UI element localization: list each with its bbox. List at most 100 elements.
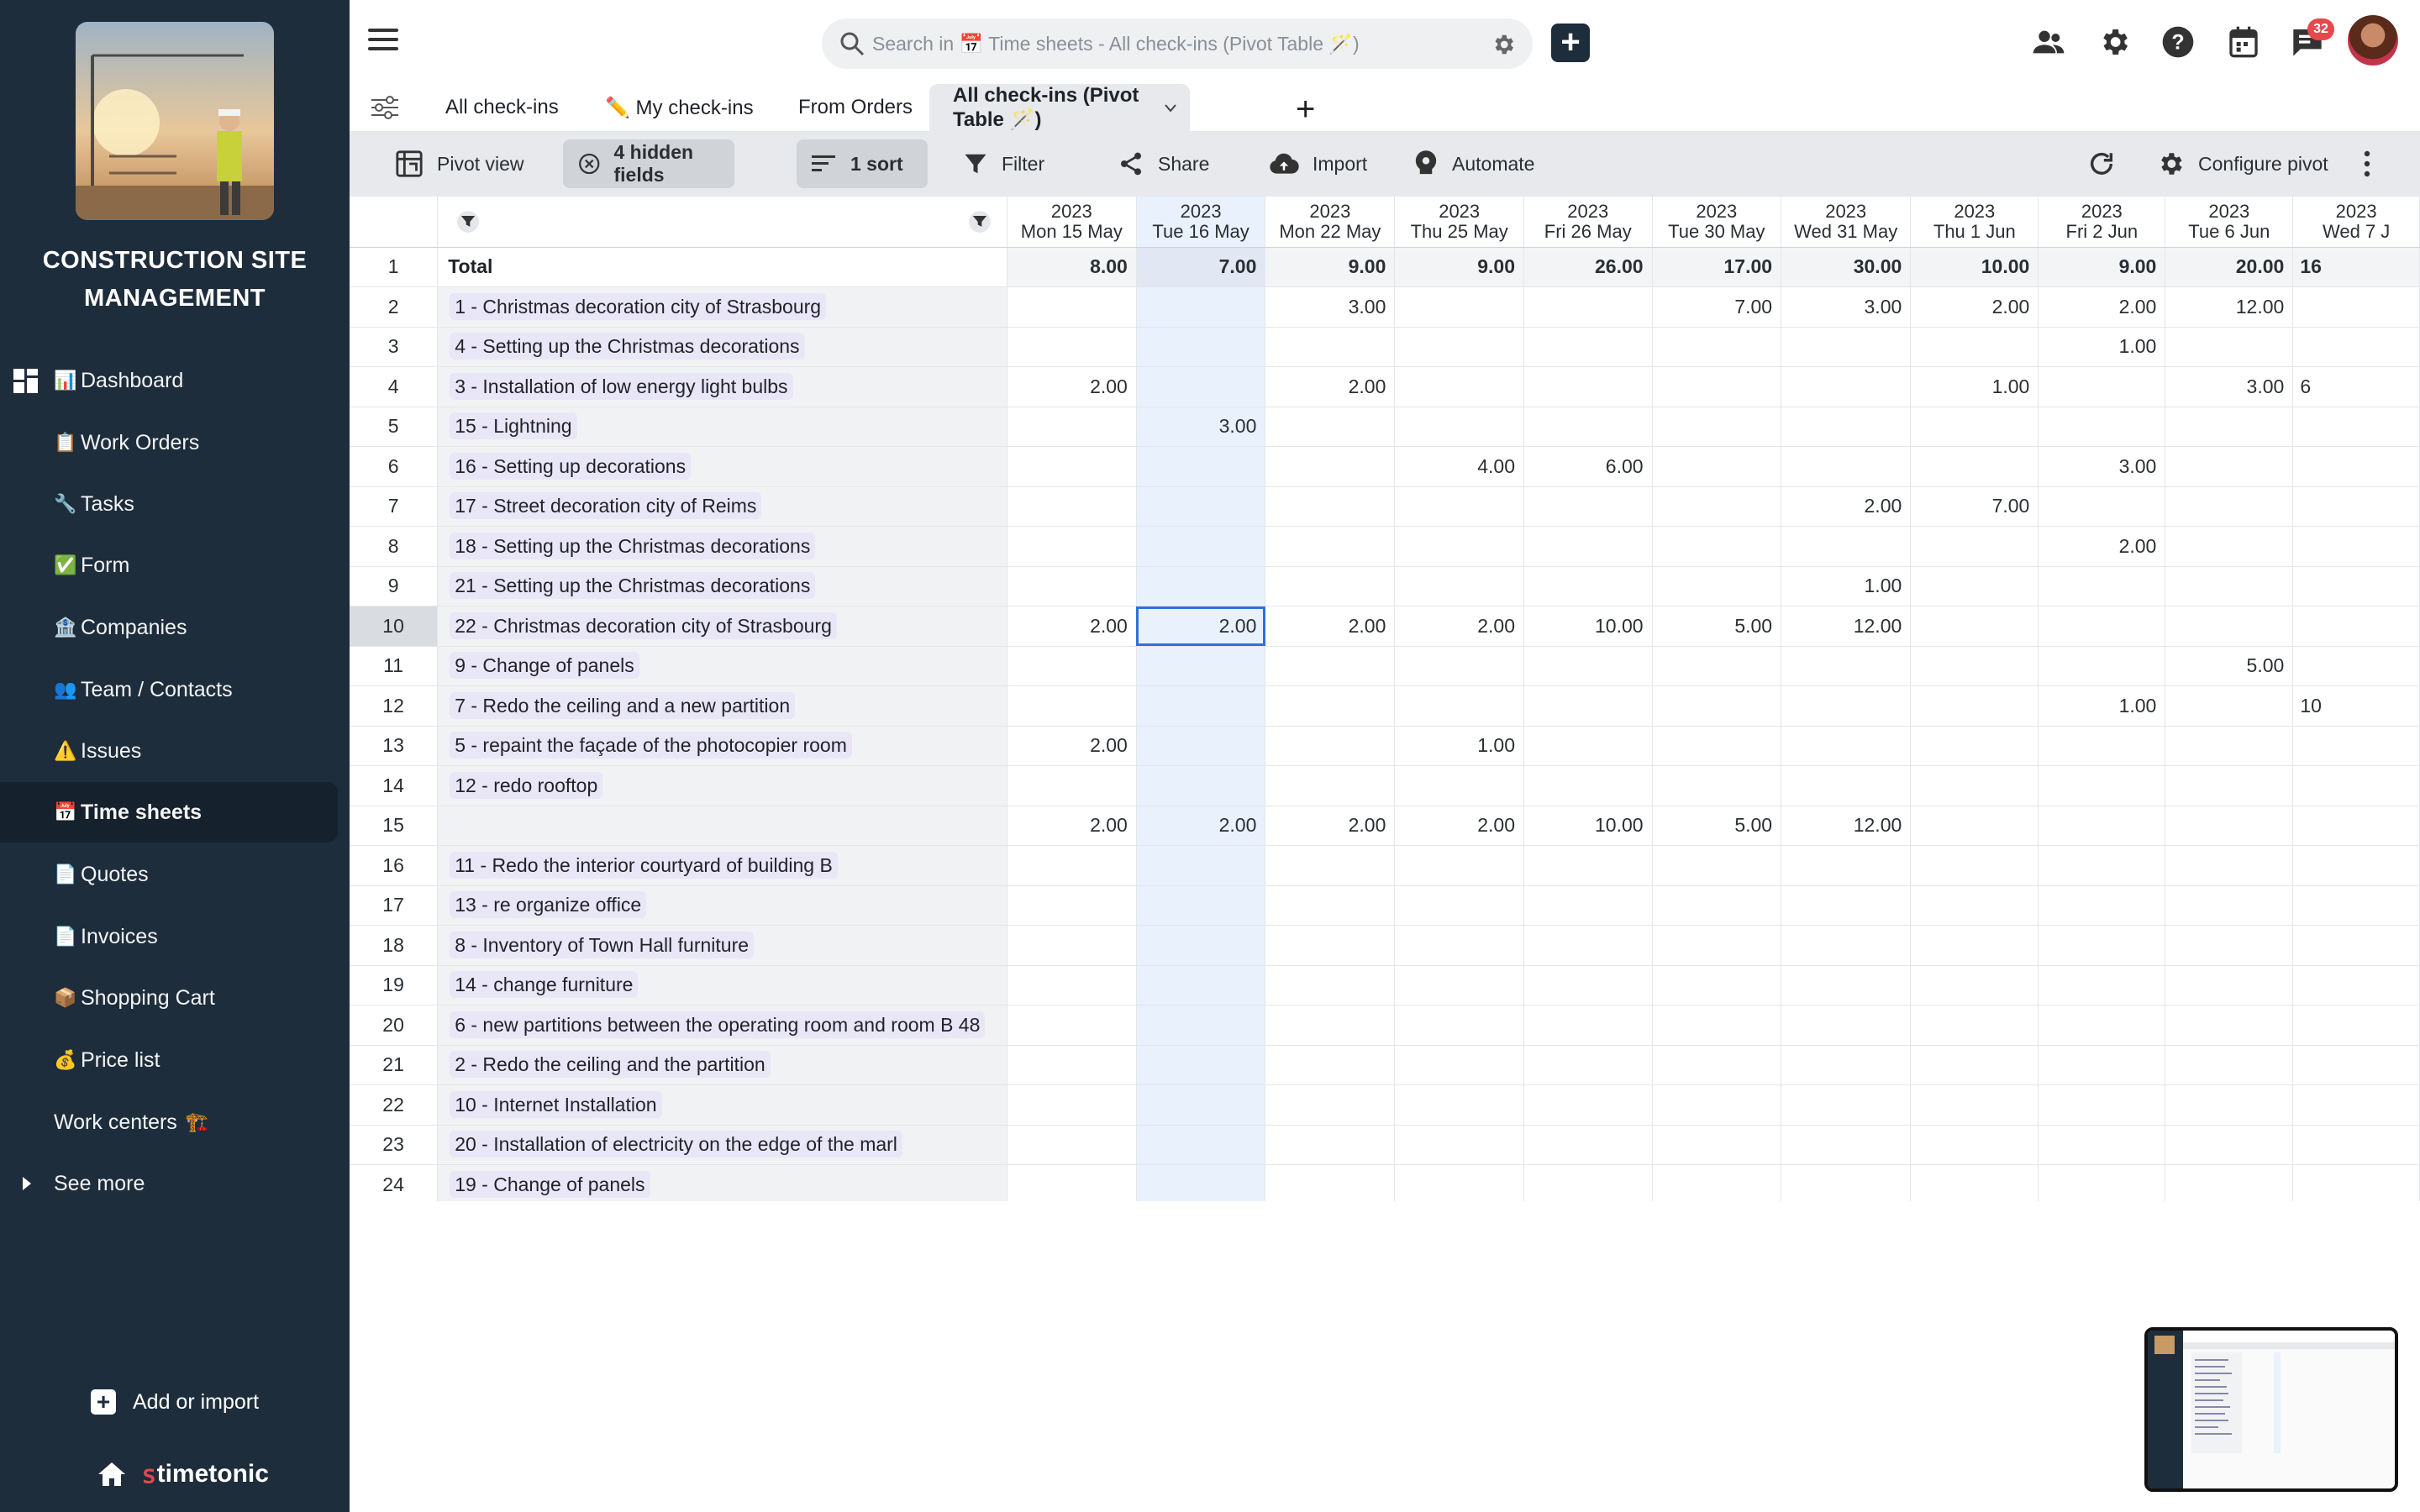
value-cell[interactable] [1394, 327, 1524, 367]
value-cell[interactable]: 26.00 [1523, 247, 1653, 287]
value-cell[interactable] [2165, 925, 2294, 966]
table-row[interactable]: 21 2 - Redo the ceiling and the partition [350, 1045, 2420, 1085]
table-row[interactable]: 23 20 - Installation of electricity on th… [350, 1125, 2420, 1165]
help-icon[interactable]: ? [2161, 25, 2195, 59]
value-cell[interactable] [1136, 286, 1266, 328]
value-cell[interactable]: 17.00 [1652, 247, 1782, 287]
row-label-cell[interactable]: 6 - new partitions between the operating… [437, 1005, 1007, 1046]
total-row[interactable]: 1 Total 8.00 7.00 9.00 9.00 26.00 17.00 30.00 10.… [350, 247, 2420, 287]
value-cell[interactable] [2165, 566, 2294, 606]
row-label-cell[interactable]: 14 - change furniture [437, 965, 1007, 1005]
value-cell[interactable] [1007, 526, 1137, 567]
value-cell[interactable] [1652, 1005, 1782, 1046]
value-cell[interactable] [1910, 765, 2039, 806]
value-cell[interactable]: 2.00 [1136, 806, 1266, 846]
row-filter-icon[interactable] [456, 210, 480, 234]
value-cell[interactable]: 2.00 [1265, 606, 1396, 647]
value-cell[interactable] [2165, 1084, 2294, 1126]
row-label-cell[interactable]: 2 - Redo the ceiling and the partition [437, 1045, 1007, 1085]
value-cell[interactable] [2038, 1125, 2166, 1165]
row-number[interactable]: 11 [350, 646, 439, 686]
value-cell[interactable] [1265, 486, 1396, 527]
search-settings-icon[interactable] [1491, 32, 1516, 57]
value-cell[interactable] [1394, 1005, 1524, 1046]
table-row[interactable]: 15 2.00 2.00 2.00 2.00 10.00 5.00 12.00 [350, 806, 2420, 846]
sidebar-item-quotes[interactable]: 📄 Quotes [0, 844, 338, 905]
row-label-cell[interactable]: 22 - Christmas decoration city of Strasb… [437, 606, 1007, 647]
value-cell[interactable] [2038, 606, 2166, 647]
value-cell[interactable]: 4.00 [1394, 446, 1524, 487]
value-cell[interactable] [1007, 327, 1137, 367]
value-cell[interactable] [1007, 1005, 1137, 1046]
value-cell[interactable] [1265, 327, 1396, 367]
value-cell[interactable] [1652, 486, 1782, 527]
value-cell[interactable]: 10.00 [1523, 806, 1653, 846]
value-cell[interactable]: 12.00 [1781, 806, 1912, 846]
value-cell[interactable] [1652, 526, 1782, 567]
value-cell[interactable] [2292, 646, 2420, 686]
sidebar-item-invoices[interactable]: 📄 Invoices [0, 906, 338, 967]
row-number[interactable]: 7 [350, 486, 439, 527]
row-number[interactable]: 9 [350, 566, 439, 606]
value-cell[interactable] [1007, 1084, 1137, 1126]
value-cell[interactable] [1136, 1164, 1266, 1201]
sidebar-item-form[interactable]: ✅ Form [0, 535, 338, 596]
value-cell[interactable] [1523, 1084, 1653, 1126]
value-cell[interactable] [1523, 486, 1653, 527]
row-number[interactable]: 5 [350, 407, 439, 447]
value-cell[interactable] [1910, 845, 2039, 886]
table-row[interactable]: 20 6 - new partitions between the operati… [350, 1005, 2420, 1046]
people-icon[interactable] [2032, 25, 2065, 59]
value-cell[interactable] [1394, 765, 1524, 806]
value-cell[interactable] [1136, 646, 1266, 686]
value-cell[interactable] [2038, 726, 2166, 766]
row-number[interactable]: 21 [350, 1045, 439, 1085]
row-label-cell[interactable]: 10 - Internet Installation [437, 1084, 1007, 1126]
value-cell[interactable] [2038, 806, 2166, 846]
value-cell[interactable] [1652, 327, 1782, 367]
value-cell[interactable] [1781, 366, 1912, 407]
value-cell[interactable] [1652, 646, 1782, 686]
value-cell[interactable] [1136, 885, 1266, 926]
value-cell[interactable] [1007, 965, 1137, 1005]
tab-from-orders[interactable]: From Orders [775, 84, 936, 131]
value-cell[interactable] [1523, 685, 1653, 727]
value-cell[interactable] [1910, 726, 2039, 766]
value-cell[interactable] [1136, 446, 1266, 487]
table-row[interactable]: 3 4 - Setting up the Christmas decoration… [350, 327, 2420, 367]
sort-button[interactable]: 1 sort [797, 139, 928, 188]
value-cell[interactable] [1910, 1164, 2039, 1201]
value-cell[interactable] [1007, 925, 1137, 966]
value-cell[interactable] [1652, 566, 1782, 606]
value-cell[interactable]: 7.00 [1910, 486, 2039, 527]
page-minimap-thumbnail[interactable] [2144, 1327, 2398, 1492]
row-label-cell[interactable]: 19 - Change of panels [437, 1164, 1007, 1201]
sidebar-see-more[interactable]: See more [0, 1153, 338, 1214]
date-column-header[interactable]: 2023 Fri 26 May [1523, 197, 1653, 248]
value-cell[interactable] [2292, 965, 2420, 1005]
value-cell[interactable] [2038, 1164, 2166, 1201]
value-cell[interactable] [2292, 407, 2420, 447]
value-cell[interactable] [1781, 1084, 1912, 1126]
value-cell[interactable] [1136, 925, 1266, 966]
value-cell[interactable] [2165, 806, 2294, 846]
row-label-cell[interactable]: Total [437, 247, 1007, 287]
row-number[interactable]: 2 [350, 286, 439, 328]
date-column-header[interactable]: 2023 Tue 30 May [1652, 197, 1782, 248]
value-cell[interactable] [1652, 885, 1782, 926]
row-label-cell[interactable]: 1 - Christmas decoration city of Strasbo… [437, 286, 1007, 328]
row-label-cell[interactable]: 8 - Inventory of Town Hall furniture [437, 925, 1007, 966]
row-number[interactable]: 6 [350, 446, 439, 487]
row-number[interactable]: 12 [350, 685, 439, 727]
value-cell[interactable] [1781, 685, 1912, 727]
value-cell[interactable] [1910, 327, 2039, 367]
date-column-header[interactable]: 2023 Fri 2 Jun [2038, 197, 2166, 248]
row-label-cell[interactable]: 20 - Installation of electricity on the … [437, 1125, 1007, 1165]
table-row[interactable]: 19 14 - change furniture [350, 965, 2420, 1005]
value-cell[interactable] [1007, 446, 1137, 487]
automate-button[interactable]: Automate [1398, 139, 1549, 188]
chevron-down-icon[interactable] [1165, 104, 1176, 113]
value-cell[interactable] [2292, 1084, 2420, 1126]
value-cell[interactable] [1781, 765, 1912, 806]
value-cell[interactable]: 10.00 [1910, 247, 2039, 287]
